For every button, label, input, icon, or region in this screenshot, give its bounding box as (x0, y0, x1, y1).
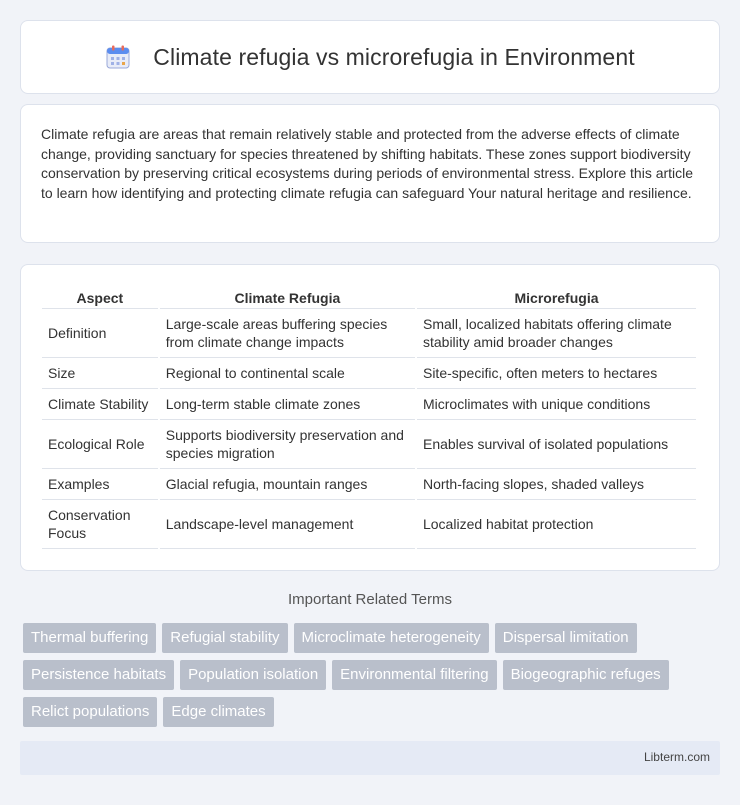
table-cell: Long-term stable climate zones (159, 389, 415, 420)
table-row: Size Regional to continental scale Site-… (42, 358, 696, 389)
table-cell: Enables survival of isolated populations (416, 420, 696, 469)
title-card: Climate refugia vs microrefugia in Envir… (20, 20, 720, 94)
table-cell: North-facing slopes, shaded valleys (416, 469, 696, 500)
table-row: Climate Stability Long-term stable clima… (42, 389, 696, 420)
footer-site-link[interactable]: Libterm.com (644, 750, 710, 764)
table-cell: Small, localized habitats offering clima… (416, 309, 696, 358)
table-row: Definition Large-scale areas buffering s… (42, 309, 696, 358)
table-cell: Landscape-level management (159, 500, 415, 549)
table-header-row: Aspect Climate Refugia Microrefugia (42, 285, 696, 309)
comparison-table: Aspect Climate Refugia Microrefugia Defi… (40, 285, 698, 549)
table-row: Conservation Focus Landscape-level manag… (42, 500, 696, 549)
table-cell: Glacial refugia, mountain ranges (159, 469, 415, 500)
term-tag[interactable]: Population isolation (180, 660, 327, 690)
table-cell: Climate Stability (42, 389, 158, 420)
comparison-table-card: Aspect Climate Refugia Microrefugia Defi… (20, 264, 720, 571)
table-cell: Conservation Focus (42, 500, 158, 549)
calendar-icon (105, 44, 131, 70)
table-cell: Site-specific, often meters to hectares (416, 358, 696, 389)
table-cell: Supports biodiversity preservation and s… (159, 420, 415, 469)
header-microrefugia: Microrefugia (416, 285, 696, 309)
table-cell: Microclimates with unique conditions (416, 389, 696, 420)
intro-card: Climate refugia are areas that remain re… (20, 104, 720, 243)
table-cell: Ecological Role (42, 420, 158, 469)
term-tag[interactable]: Thermal buffering (23, 623, 157, 653)
term-tag[interactable]: Persistence habitats (23, 660, 175, 690)
term-tag[interactable]: Edge climates (163, 697, 274, 727)
table-cell: Examples (42, 469, 158, 500)
table-row: Examples Glacial refugia, mountain range… (42, 469, 696, 500)
header-climate-refugia: Climate Refugia (159, 285, 415, 309)
header-aspect: Aspect (42, 285, 158, 309)
intro-text: Climate refugia are areas that remain re… (41, 126, 694, 201)
term-tag[interactable]: Environmental filtering (332, 660, 497, 690)
related-terms-heading: Important Related Terms (288, 591, 452, 608)
table-cell: Large-scale areas buffering species from… (159, 309, 415, 358)
term-tag[interactable]: Relict populations (23, 697, 158, 727)
table-row: Ecological Role Supports biodiversity pr… (42, 420, 696, 469)
table-cell: Regional to continental scale (159, 358, 415, 389)
table-cell: Size (42, 358, 158, 389)
table-cell: Localized habitat protection (416, 500, 696, 549)
term-tag[interactable]: Dispersal limitation (494, 623, 637, 653)
footer: Libterm.com (20, 741, 720, 775)
term-tag[interactable]: Microclimate heterogeneity (293, 623, 489, 653)
term-tag[interactable]: Biogeographic refuges (502, 660, 669, 690)
related-terms-list: Thermal buffering Refugial stability Mic… (23, 623, 723, 734)
page-title: Climate refugia vs microrefugia in Envir… (153, 43, 635, 70)
term-tag[interactable]: Refugial stability (162, 623, 288, 653)
table-cell: Definition (42, 309, 158, 358)
